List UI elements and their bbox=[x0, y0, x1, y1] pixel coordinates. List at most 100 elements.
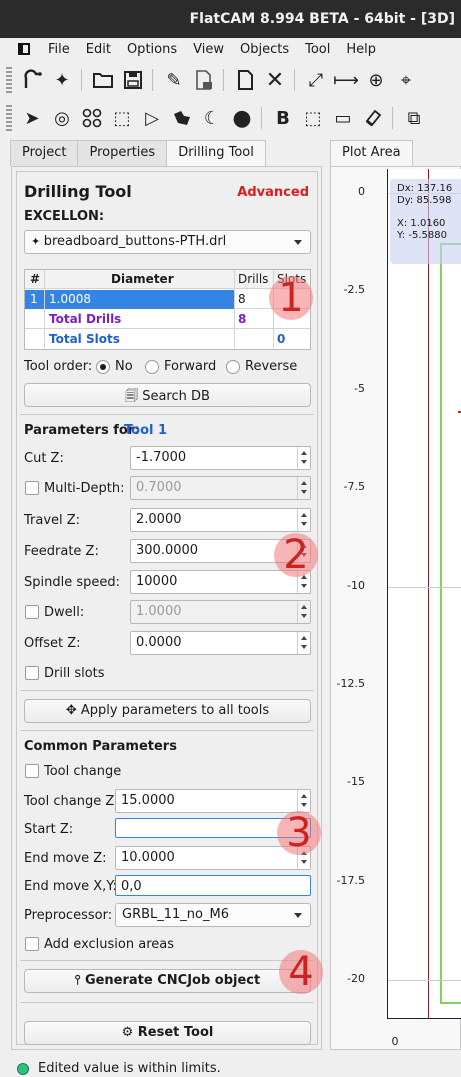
table-row[interactable]: 1 1.0008 8 bbox=[25, 290, 310, 309]
travel-z-input[interactable]: 2.0000 bbox=[130, 508, 311, 532]
drill-tool-icon[interactable] bbox=[18, 66, 46, 94]
search-db-button[interactable]: 🗐 Search DB bbox=[24, 383, 311, 407]
multi-depth-checkbox[interactable] bbox=[25, 481, 39, 495]
menu-tool[interactable]: Tool bbox=[297, 42, 338, 57]
disc-icon[interactable]: ● bbox=[228, 104, 256, 132]
tab-drilling-tool[interactable]: Drilling Tool bbox=[166, 140, 266, 167]
total-slots-label: Total Slots bbox=[49, 332, 120, 346]
spin-arrows-icon[interactable] bbox=[297, 447, 310, 469]
tool-order-no-label[interactable]: No bbox=[115, 359, 133, 374]
spin-arrows-icon[interactable] bbox=[297, 790, 310, 812]
toolbar-grip[interactable] bbox=[6, 105, 12, 131]
total-drills-row: Total Drills 8 bbox=[25, 310, 310, 329]
tool-order-reverse-label[interactable]: Reverse bbox=[245, 359, 297, 374]
tab-plot-area[interactable]: Plot Area bbox=[330, 140, 413, 167]
panel-title: Drilling Tool bbox=[24, 182, 132, 201]
cut-z-input[interactable]: -1.7000 bbox=[130, 446, 311, 470]
menu-help[interactable]: Help bbox=[338, 42, 384, 57]
tab-project[interactable]: Project bbox=[10, 140, 79, 166]
pointer-icon[interactable]: ➤ bbox=[18, 104, 46, 132]
end-move-z-input[interactable]: 10.0000 bbox=[115, 846, 311, 870]
toolbar-separator bbox=[392, 107, 393, 129]
copy-doc-icon[interactable] bbox=[190, 66, 218, 94]
section-divider bbox=[20, 1002, 314, 1003]
status-bar: Edited value is within limits. bbox=[0, 1055, 461, 1077]
total-drills-label: Total Drills bbox=[49, 312, 122, 326]
expand-icon[interactable]: ⤢ bbox=[302, 66, 330, 94]
y-tick-label: -17.5 bbox=[336, 874, 365, 887]
travel-z-value: 2.0000 bbox=[136, 512, 182, 527]
end-move-xy-input[interactable]: 0,0 bbox=[115, 875, 311, 896]
menu-edit[interactable]: Edit bbox=[78, 42, 119, 57]
menu-file[interactable]: File bbox=[40, 42, 78, 57]
circle-target-icon[interactable]: ◎ bbox=[48, 104, 76, 132]
moon-icon[interactable]: ☾ bbox=[198, 104, 226, 132]
offset-z-input[interactable]: 0.0000 bbox=[130, 631, 311, 655]
preprocessor-select[interactable]: GRBL_11_no_M6 bbox=[115, 903, 311, 927]
dwell-input[interactable]: 1.0000 bbox=[130, 600, 311, 624]
spin-arrows-icon[interactable] bbox=[297, 601, 310, 623]
tool-order-reverse-radio[interactable] bbox=[226, 360, 240, 374]
toolbar-grip[interactable] bbox=[6, 67, 12, 93]
y-tick-label: -2.5 bbox=[343, 283, 365, 296]
drill-slots-checkbox[interactable] bbox=[25, 666, 39, 680]
polygon-icon[interactable]: ▷ bbox=[138, 104, 166, 132]
menu-options[interactable]: Options bbox=[119, 42, 185, 57]
tool-change-z-input[interactable]: 15.0000 bbox=[115, 789, 311, 813]
window-title: FlatCAM 8.994 BETA - 64bit - [3D] bbox=[189, 11, 455, 27]
distance-icon[interactable]: ⟼ bbox=[332, 66, 360, 94]
sparkle-icon[interactable]: ✦ bbox=[48, 66, 76, 94]
multi-depth-input[interactable]: 0.7000 bbox=[130, 476, 311, 500]
annotation-marker-4: 4 bbox=[279, 950, 323, 994]
spin-arrows-icon[interactable] bbox=[297, 477, 310, 499]
menu-objects[interactable]: Objects bbox=[232, 42, 297, 57]
bold-icon[interactable]: B bbox=[269, 104, 297, 132]
tool-change-label: Tool change bbox=[44, 764, 122, 779]
dwell-checkbox[interactable] bbox=[25, 605, 39, 619]
eraser-icon[interactable] bbox=[359, 104, 387, 132]
shape-icon[interactable] bbox=[168, 104, 196, 132]
menu-view[interactable]: View bbox=[185, 42, 232, 57]
open-folder-icon[interactable] bbox=[89, 66, 117, 94]
tool-order-forward-radio[interactable] bbox=[145, 360, 159, 374]
pencil-icon[interactable]: ✎ bbox=[160, 66, 188, 94]
new-doc-icon[interactable] bbox=[231, 66, 259, 94]
rect-icon[interactable]: ▭ bbox=[329, 104, 357, 132]
toolbar-main: ✦ ✎ ✕ ⤢ ⟼ ⊕ ⌖ bbox=[0, 62, 461, 98]
excellon-object-select[interactable]: ✦ breadboard_buttons-PTH.drl bbox=[24, 230, 311, 254]
tool-change-checkbox[interactable] bbox=[25, 764, 39, 778]
select-box-icon[interactable]: ⬚ bbox=[108, 104, 136, 132]
tool-order-forward-label[interactable]: Forward bbox=[164, 359, 216, 374]
dwell-value: 1.0000 bbox=[136, 604, 182, 619]
plot-canvas[interactable]: Dx: 137.16 Dy: 85.598 X: 1.0160 Y: -5.58… bbox=[387, 169, 461, 1019]
excellon-file-value: breadboard_buttons-PTH.drl bbox=[43, 234, 227, 249]
plot-area[interactable]: Dx: 137.16 Dy: 85.598 X: 1.0160 Y: -5.58… bbox=[330, 166, 461, 1050]
dx-value: 137.16 bbox=[417, 183, 453, 194]
delete-x-icon[interactable]: ✕ bbox=[261, 66, 289, 94]
y-tick-label: -7.5 bbox=[343, 480, 365, 493]
total-drills-value: 8 bbox=[238, 312, 247, 326]
rect-select-icon[interactable]: ⬚ bbox=[299, 104, 327, 132]
tool-order-no-radio[interactable] bbox=[96, 360, 110, 374]
cut-z-value: -1.7000 bbox=[136, 450, 187, 465]
spin-arrows-icon[interactable] bbox=[297, 632, 310, 654]
generate-cncjob-button[interactable]: ⫯ Generate CNCJob object bbox=[24, 969, 311, 993]
spin-arrows-icon[interactable] bbox=[297, 509, 310, 531]
mode-advanced-label[interactable]: Advanced bbox=[237, 185, 309, 200]
y-tick-label: -10 bbox=[347, 579, 365, 592]
target-icon[interactable]: ⌖ bbox=[392, 66, 420, 94]
exclusion-areas-label: Add exclusion areas bbox=[44, 937, 175, 952]
section-divider bbox=[20, 414, 314, 415]
move-icon[interactable]: ⧉ bbox=[400, 104, 428, 132]
reset-tool-button[interactable]: ⚙ Reset Tool bbox=[24, 1021, 311, 1045]
apply-all-tools-button[interactable]: ✥ Apply parameters to all tools bbox=[24, 699, 311, 723]
crosshair-icon[interactable]: ⊕ bbox=[362, 66, 390, 94]
exclusion-areas-checkbox[interactable] bbox=[25, 937, 39, 951]
save-icon[interactable] bbox=[119, 66, 147, 94]
tab-properties[interactable]: Properties bbox=[77, 140, 168, 166]
app-menu-icon[interactable] bbox=[18, 43, 30, 55]
grid-icon[interactable] bbox=[78, 104, 106, 132]
col-drills-header: Drills bbox=[238, 272, 269, 286]
y-tick-label: -12.5 bbox=[336, 677, 365, 690]
window-titlebar: FlatCAM 8.994 BETA - 64bit - [3D] bbox=[0, 0, 461, 38]
